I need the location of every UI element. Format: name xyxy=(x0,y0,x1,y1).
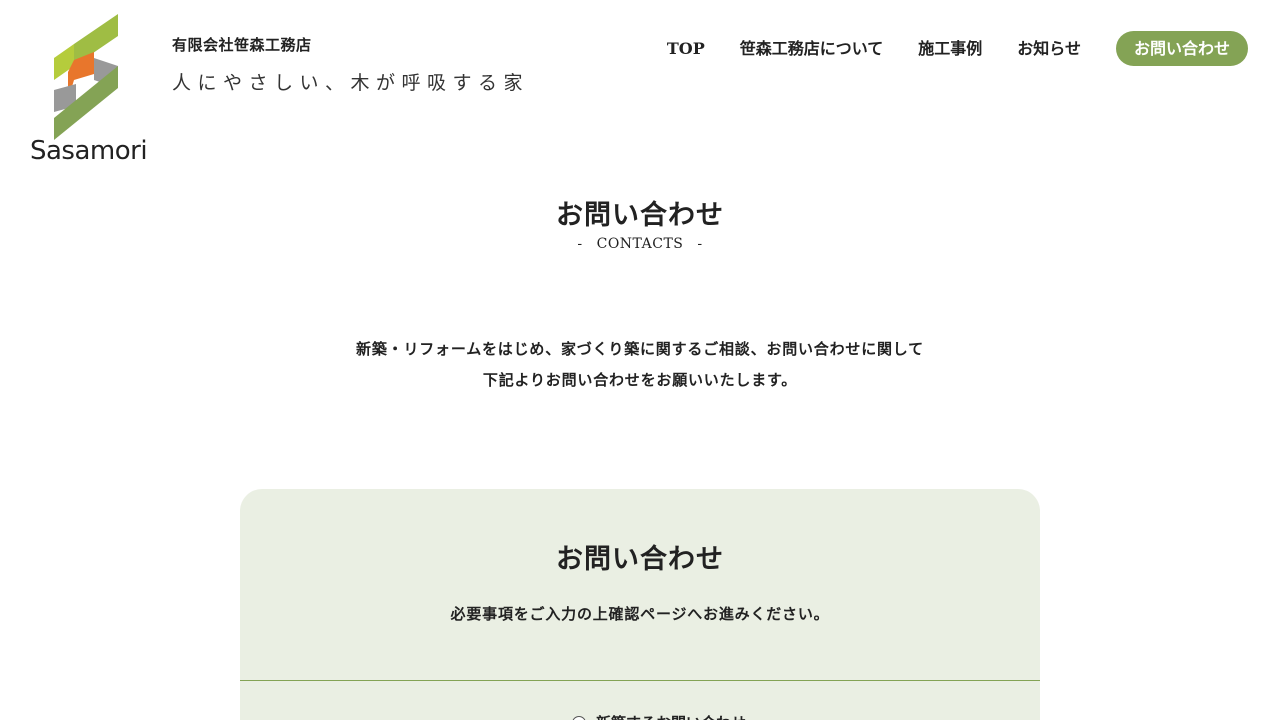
subtitle-dash-left: - xyxy=(577,236,583,252)
tagline: 人にやさしい、木が呼吸する家 xyxy=(172,72,530,94)
page-title: お問い合わせ xyxy=(556,200,724,231)
page-subtitle: - CONTACTS - xyxy=(0,236,1280,252)
inquiry-type-option[interactable]: 新築するお問い合わせ xyxy=(572,712,746,720)
sasamori-logo-icon xyxy=(54,14,118,140)
nav-item-about[interactable]: 笹森工務店について xyxy=(740,31,884,66)
intro-text: 新築・リフォームをはじめ、家づくり築に関するご相談、お問い合わせに関して 下記よ… xyxy=(0,334,1280,396)
nav-item-works[interactable]: 施工事例 xyxy=(918,31,982,66)
intro-line: 下記よりお問い合わせをお願いいたします。 xyxy=(482,371,798,389)
nav-item-top[interactable]: TOP xyxy=(667,31,705,66)
inquiry-type-label: 新築するお問い合わせ xyxy=(596,712,746,720)
main-nav: TOP 笹森工務店について 施工事例 お知らせ お問い合わせ xyxy=(667,31,1248,66)
form-title: お問い合わせ xyxy=(556,544,724,575)
company-name: 有限会社笹森工務店 xyxy=(172,36,312,54)
nav-contact-button[interactable]: お問い合わせ xyxy=(1115,31,1248,66)
logo-text: Sasamori xyxy=(30,136,148,166)
subtitle-dash-right: - xyxy=(697,236,703,252)
company-block: 有限会社笹森工務店 人にやさしい、木が呼吸する家 xyxy=(172,34,529,95)
nav-item-news[interactable]: お知らせ xyxy=(1017,31,1081,66)
inquiry-type-radio[interactable] xyxy=(572,715,586,720)
intro-line: 新築・リフォームをはじめ、家づくり築に関するご相談、お問い合わせに関して xyxy=(356,340,924,358)
form-divider xyxy=(240,680,1040,681)
site-logo[interactable]: Sasamori xyxy=(30,14,148,169)
form-description: 必要事項をご入力の上確認ページへお進みください。 xyxy=(450,605,830,623)
contact-form-panel: お問い合わせ 必要事項をご入力の上確認ページへお進みください。 新築するお問い合… xyxy=(240,489,1040,720)
subtitle-text: CONTACTS xyxy=(596,236,684,252)
